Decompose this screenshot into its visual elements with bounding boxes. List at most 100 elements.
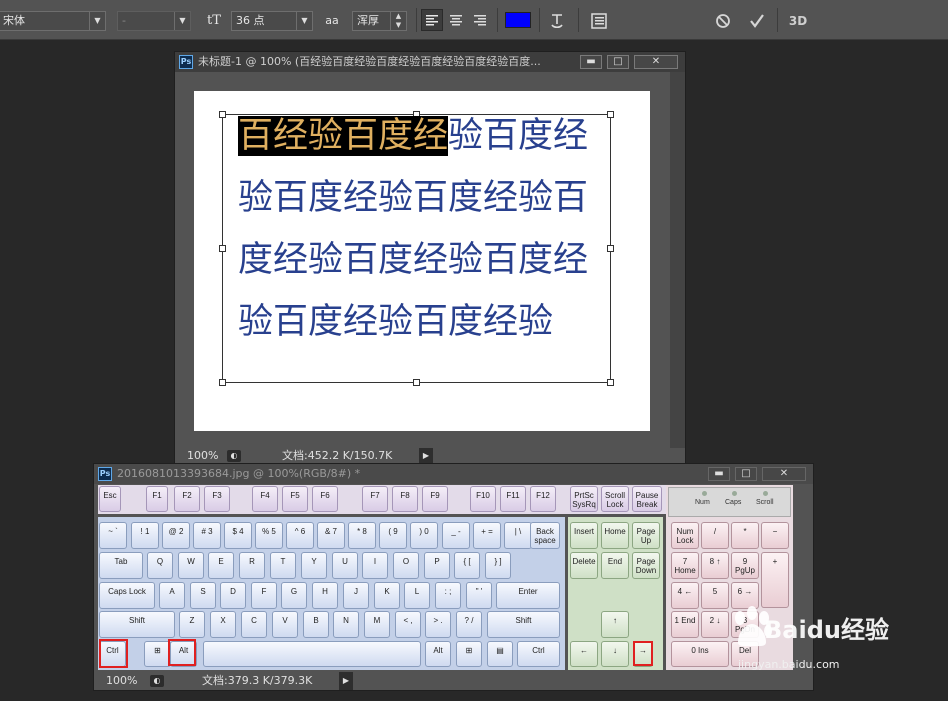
keyboard-key: F8 [392,486,418,512]
transform-handle[interactable] [413,379,420,386]
chevron-down-icon: ▼ [296,12,312,30]
transform-handle[interactable] [219,245,226,252]
keyboard-key: X [210,611,236,638]
keyboard-key: Z [179,611,205,638]
maximize-button[interactable]: □ [607,55,629,69]
keyboard-key: PrtSc SysRq [570,486,598,512]
watermark-url: jingyan.baidu.com [738,658,840,671]
led-panel: Num Caps Scroll [668,487,791,517]
chevron-updown-icon: ▲ ▼ [390,12,406,30]
keyboard-key: Page Up [632,522,660,549]
document-title-bar[interactable]: Ps 2016081013393684.jpg @ 100%(RGB/8#) *… [94,464,813,484]
antialias-value: 浑厚 [357,14,379,27]
align-left-icon[interactable] [421,9,443,31]
keyboard-key: End [601,552,629,579]
keyboard-key: 7 Home [671,552,699,579]
vertical-scrollbar[interactable] [670,72,685,448]
font-style-value: - [122,14,126,27]
led [702,491,707,496]
keyboard-key [203,641,421,667]
keyboard-key: ↓ [601,641,629,667]
keyboard-key: J [343,582,369,609]
divider [497,8,498,32]
canvas[interactable]: 百经验百度经验百度经 验百度经验百度经验百 度经验百度经验百度经 验百度经验百度… [194,91,650,431]
maximize-button[interactable]: □ [735,467,757,481]
status-menu-arrow-icon[interactable]: ▶ [419,448,433,464]
keyboard-key: + = [473,522,501,549]
keyboard-key: P [424,552,450,579]
paragraph-text[interactable]: 百经验百度经验百度经 验百度经验百度经验百 度经验百度经验百度经 验百度经验百度… [238,105,618,353]
keyboard-key: ⊞ [144,641,171,667]
keyboard-key: F9 [422,486,448,512]
baidu-watermark: Baidu经验 jingyan.baidu.com [728,604,928,684]
close-button[interactable]: ✕ [762,467,806,481]
divider [578,8,579,32]
keyboard-key: 4 ← [671,582,699,609]
share-icon[interactable]: ◐ [227,450,241,462]
minimize-button[interactable]: ▬ [580,55,602,69]
document-title: 未标题-1 @ 100% (百经验百度经验百度经验百度经验百度经验百度... [198,55,541,68]
text-line: 度经验百度经验百度经 [238,240,589,280]
options-bar: 宋体 ▼ - ▼ tT 36 点 ▼ aa 浑厚 ▲ ▼ 3D [0,0,948,40]
font-size-select[interactable]: 36 点 ▼ [231,11,313,31]
keyboard-key: F6 [312,486,338,512]
antialias-select[interactable]: 浑厚 ▲ ▼ [352,11,407,31]
keyboard-key: F1 [146,486,168,512]
keyboard-key: : ; [435,582,461,609]
keyboard-key: F12 [530,486,556,512]
keyboard-key: L [404,582,430,609]
keyboard-key: + [761,552,789,608]
minimize-button[interactable]: ▬ [708,467,730,481]
commit-icon[interactable] [746,10,768,32]
font-style-select[interactable]: - ▼ [117,11,191,31]
zoom-level[interactable]: 100% [187,448,218,464]
align-right-icon[interactable] [470,10,490,32]
keyboard-key: Q [147,552,173,579]
align-center-icon[interactable] [446,10,466,32]
keyboard-key: 0 Ins [671,641,729,667]
keyboard-key: Alt [425,641,451,667]
zoom-level[interactable]: 100% [106,672,137,690]
keyboard-key: Scroll Lock [601,486,629,512]
document-title-bar[interactable]: Ps 未标题-1 @ 100% (百经验百度经验百度经验百度经验百度经验百度..… [175,52,685,72]
keyboard-key: D [220,582,246,609]
text-color-swatch[interactable] [505,12,531,28]
divider [416,8,417,32]
cancel-icon[interactable] [712,10,734,32]
keyboard-key: 1 End [671,611,699,638]
keyboard-key: N [333,611,359,638]
chevron-down-icon: ▼ [89,12,105,30]
text-run: 验百度经 [448,116,589,156]
panels-icon[interactable] [588,10,610,32]
transform-handle[interactable] [607,379,614,386]
keyboard-key: ! 1 [131,522,159,549]
keyboard-key: Pause Break [632,486,662,512]
keyboard-key: ← [570,641,598,667]
keyboard-key: F2 [174,486,200,512]
status-bar: 100% ◐ 文档:379.3 K/379.3K ▶ [94,672,813,690]
font-size-icon: tT [207,13,221,28]
font-family-select[interactable]: 宋体 ▼ [0,11,106,31]
transform-handle[interactable] [219,111,226,118]
keyboard-key: W [178,552,204,579]
text-line: 验百度经验百度经验百 [238,178,589,218]
status-menu-arrow-icon[interactable]: ▶ [339,672,353,690]
keyboard-key: / [701,522,729,549]
document-size: 文档:379.3 K/379.3K [202,674,313,687]
share-icon[interactable]: ◐ [150,675,164,687]
warp-text-icon[interactable] [547,10,567,32]
keyboard-key: G [281,582,307,609]
3d-icon[interactable]: 3D [786,10,810,32]
caps-led-label: Caps [725,499,742,506]
text-line: 百经验百度经验百度经 [238,105,618,167]
keyboard-key: O [393,552,419,579]
photoshop-icon: Ps [98,467,112,481]
keyboard-key: E [208,552,234,579]
close-button[interactable]: ✕ [634,55,678,69]
divider [539,8,540,32]
keyboard-key: K [374,582,400,609]
transform-handle[interactable] [219,379,226,386]
keyboard-key: Insert [570,522,598,549]
highlight-right-arrow [633,641,653,666]
keyboard-key: * 8 [348,522,376,549]
